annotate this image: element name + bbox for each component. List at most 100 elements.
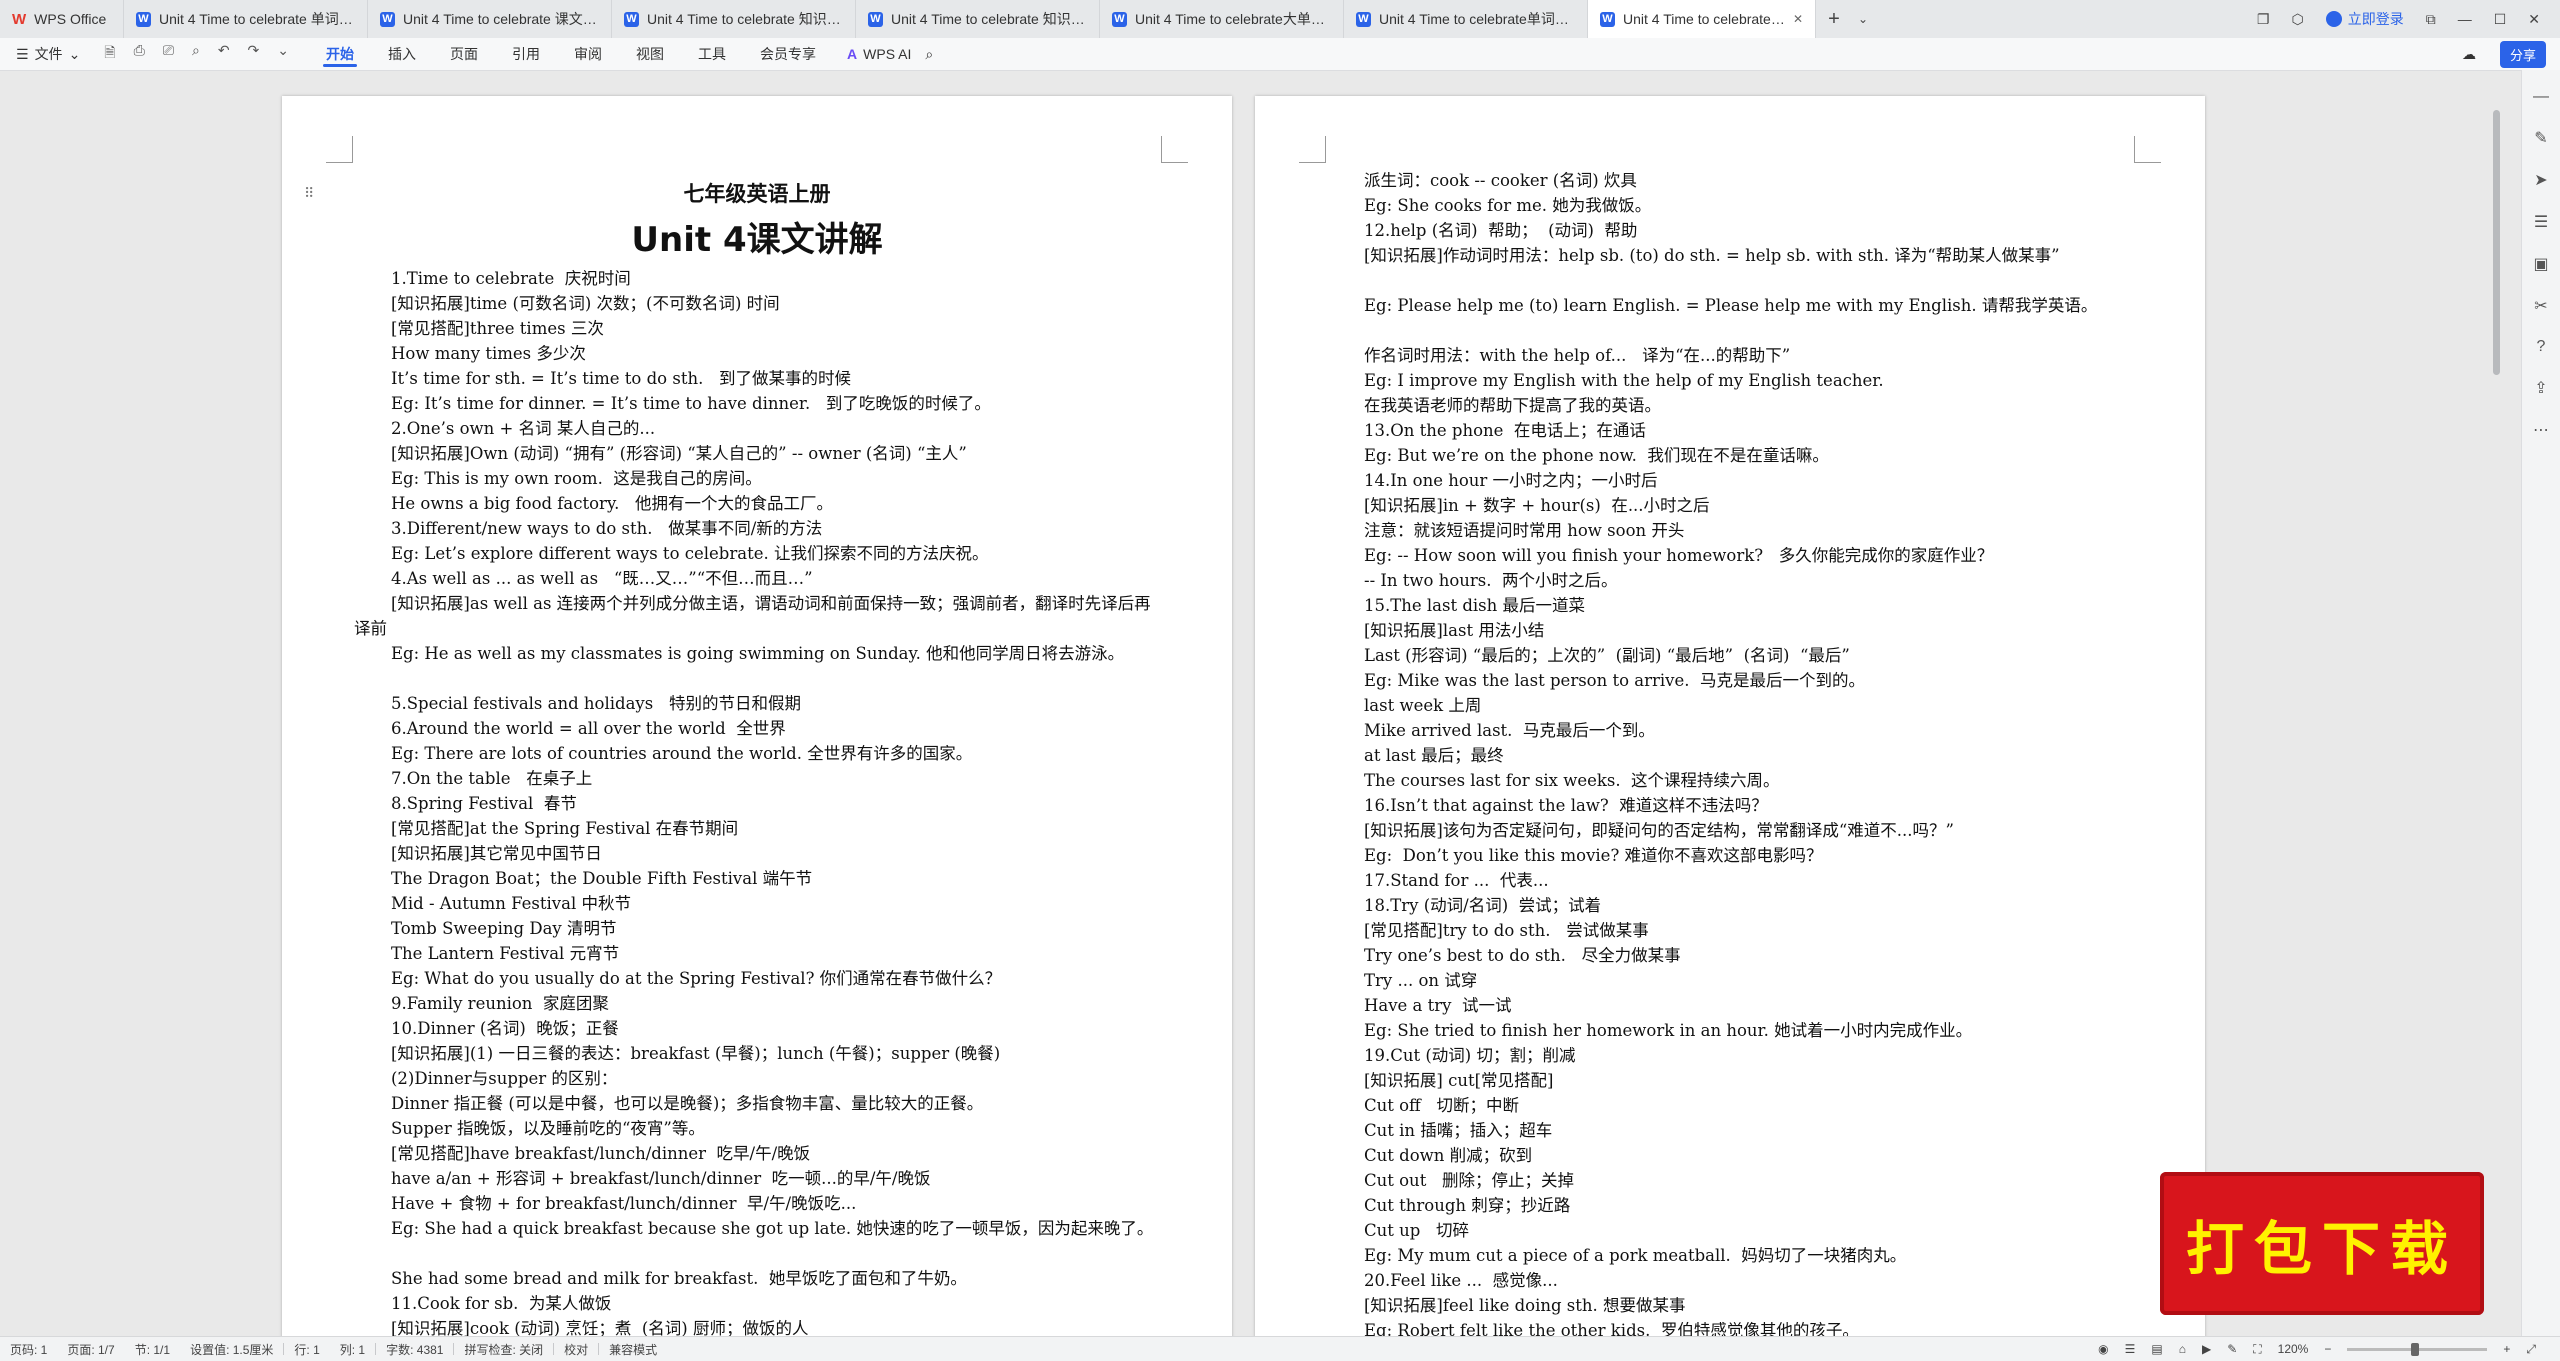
- tab-document[interactable]: W Unit 4 Time to celebrate 知识点 20: [612, 0, 856, 38]
- share-button[interactable]: 分享: [2499, 40, 2546, 68]
- tools-icon[interactable]: ✂: [2534, 296, 2547, 316]
- web-view-icon[interactable]: ⌂: [2179, 1342, 2186, 1356]
- text-line: Dinner 指正餐 (可以是中餐，也可以是晚餐)；多指食物丰富、量比较大的正餐…: [391, 1094, 984, 1113]
- zoom-in-icon[interactable]: +: [2503, 1342, 2510, 1356]
- page-corner-mark: [1161, 136, 1188, 163]
- wps-ai-button[interactable]: A WPS AI: [833, 46, 925, 62]
- text-line: Have a try 试一试: [1364, 996, 1512, 1015]
- text-line: [常见搭配]try to do sth. 尝试做某事: [1364, 921, 1649, 940]
- text-line: [知识拓展]feel like doing sth. 想要做某事: [1364, 1296, 1686, 1315]
- page-2-body: 派生词：cook -- cooker (名词) 炊具 Eg: She cooks…: [1327, 168, 2137, 1343]
- zoom-out-icon[interactable]: −: [2324, 1342, 2331, 1356]
- menu-tab-review[interactable]: 审阅: [557, 38, 619, 70]
- text-line: 17.Stand for ... 代表...: [1364, 871, 1549, 890]
- translate-icon[interactable]: ▣: [2533, 254, 2548, 274]
- text-line: 在我英语老师的帮助下提高了我的英语。: [1364, 396, 1661, 415]
- menu-tab-member[interactable]: 会员专享: [743, 38, 833, 70]
- menu-tab-view[interactable]: 视图: [619, 38, 681, 70]
- text-line: Supper 指晚饭，以及睡前吃的“夜宵”等。: [391, 1119, 705, 1138]
- text-line: 5.Special festivals and holidays 特别的节日和假…: [391, 694, 801, 713]
- tab-document[interactable]: W Unit 4 Time to celebrate 课文知识点: [368, 0, 612, 38]
- more-icon[interactable]: ⋯: [2533, 420, 2549, 440]
- menu-tab-home[interactable]: 开始: [309, 38, 371, 70]
- export-pdf-icon[interactable]: ⎙: [134, 42, 145, 66]
- text-line: 11.Cook for sb. 为某人做饭: [391, 1294, 612, 1313]
- text-line: The Lantern Festival 元宵节: [391, 944, 620, 963]
- status-pages[interactable]: 页面: 1/7: [57, 1341, 124, 1358]
- text-line: Eg: She tried to finish her homework in …: [1364, 1021, 1973, 1040]
- file-menu-button[interactable]: ☰ 文件 ⌄: [0, 44, 94, 64]
- write-mode-icon[interactable]: ✎: [2227, 1342, 2237, 1356]
- status-word-count[interactable]: 字数: 4381: [376, 1341, 453, 1358]
- text-line: Try ... on 试穿: [1364, 971, 1478, 990]
- menu-tab-insert[interactable]: 插入: [371, 38, 433, 70]
- cursor-icon[interactable]: ➤: [2534, 170, 2547, 190]
- text-line: 4.As well as ... as well as “既…又…”“不但…而且…: [391, 569, 813, 588]
- word-doc-icon: W: [624, 11, 639, 27]
- menu-tab-page[interactable]: 页面: [433, 38, 495, 70]
- login-label: 立即登录: [2347, 11, 2404, 27]
- text-line: [知识拓展]time (可数名词) 次数；(不可数名词) 时间: [391, 294, 780, 313]
- text-line: have a/an + 形容词 + breakfast/lunch/dinner…: [391, 1169, 931, 1188]
- download-package-banner[interactable]: 打包下载: [2160, 1172, 2484, 1315]
- document-page-2[interactable]: 派生词：cook -- cooker (名词) 炊具 Eg: She cooks…: [1255, 96, 2205, 1346]
- outline-icon[interactable]: ☰: [2125, 1342, 2136, 1356]
- text-line: How many times 多少次: [391, 344, 586, 363]
- fit-page-icon[interactable]: ⛶: [2253, 1342, 2261, 1357]
- menu-tab-references[interactable]: 引用: [495, 38, 557, 70]
- tab-wps-home[interactable]: W WPS Office: [0, 0, 124, 38]
- maximize-icon[interactable]: ☐: [2494, 11, 2507, 28]
- word-doc-icon: W: [1112, 11, 1127, 27]
- collapse-icon[interactable]: —: [2533, 88, 2549, 106]
- tab-document-active[interactable]: W Unit 4 Time to celebrate课文 ✕: [1588, 0, 1816, 38]
- close-icon[interactable]: ✕: [1793, 12, 1803, 26]
- text-line: 18.Try (动词/名词) 尝试；试着: [1364, 896, 1602, 915]
- print-preview-icon[interactable]: ⌕: [192, 42, 200, 66]
- tab-document[interactable]: W Unit 4 Time to celebrate大单元分析: [1100, 0, 1344, 38]
- zoom-level[interactable]: 120%: [2278, 1342, 2309, 1356]
- cloud-sync-icon[interactable]: ☁: [2462, 46, 2476, 63]
- login-button[interactable]: 立即登录: [2325, 9, 2404, 29]
- status-spell-check[interactable]: 拼写检查: 关闭: [454, 1341, 553, 1358]
- chevron-down-icon: ⌄: [68, 45, 81, 62]
- restore-window-icon[interactable]: ⧉: [2426, 11, 2436, 28]
- share-panel-icon[interactable]: ⇪: [2534, 378, 2547, 398]
- eye-protection-icon[interactable]: ◉: [2098, 1342, 2108, 1356]
- minimize-icon[interactable]: —: [2458, 11, 2472, 27]
- word-doc-icon: W: [1600, 11, 1615, 27]
- undo-icon[interactable]: ↶: [218, 42, 230, 66]
- menu-tab-tools[interactable]: 工具: [681, 38, 743, 70]
- text-line: Eg: -- How soon will you finish your hom…: [1364, 546, 1994, 565]
- tab-document[interactable]: W Unit 4 Time to celebrate单词讲解: [1344, 0, 1588, 38]
- read-mode-icon[interactable]: ▶: [2202, 1342, 2211, 1356]
- tab-label: Unit 4 Time to celebrate单词讲解: [1379, 11, 1575, 27]
- cube-icon[interactable]: ⬡: [2291, 11, 2303, 28]
- close-window-icon[interactable]: ✕: [2528, 11, 2540, 28]
- page-1-body: 1.Time to celebrate 庆祝时间 [知识拓展]time (可数名…: [354, 266, 1164, 1341]
- status-page-number[interactable]: 页码: 1: [0, 1341, 57, 1358]
- text-line: (2)Dinner与supper 的区别：: [391, 1069, 618, 1088]
- chevron-down-icon[interactable]: ⌄: [1852, 12, 1874, 26]
- scrollbar-thumb[interactable]: [2493, 110, 2500, 375]
- document-page-1[interactable]: ⠿ 七年级英语上册 Unit 4课文讲解 1.Time to celebrate…: [282, 96, 1232, 1346]
- settings-sliders-icon[interactable]: ☰: [2534, 212, 2548, 232]
- zoom-slider[interactable]: [2347, 1342, 2488, 1356]
- save-icon[interactable]: 🗎: [104, 42, 115, 66]
- tab-document[interactable]: W Unit 4 Time to celebrate 知识清单: [856, 0, 1100, 38]
- search-icon[interactable]: ⌕: [925, 46, 933, 63]
- chevron-down-icon[interactable]: ⌄: [277, 42, 289, 66]
- status-proofread[interactable]: 校对: [554, 1341, 598, 1358]
- text-line: [常见搭配]have breakfast/lunch/dinner 吃早/午/晚…: [391, 1144, 811, 1163]
- new-tab-button[interactable]: +: [1816, 8, 1852, 31]
- text-line: Mid - Autumn Festival 中秋节: [391, 894, 631, 913]
- tab-list-icon[interactable]: ❐: [2257, 11, 2270, 28]
- page-view-icon[interactable]: ▤: [2151, 1342, 2162, 1356]
- print-icon[interactable]: ⎚: [163, 42, 174, 66]
- tab-document[interactable]: W Unit 4 Time to celebrate 单词表详解: [124, 0, 368, 38]
- redo-icon[interactable]: ↷: [248, 42, 260, 66]
- pen-icon[interactable]: ✎: [2534, 128, 2547, 148]
- zoom-slider-knob[interactable]: [2411, 1342, 2420, 1356]
- fullscreen-icon[interactable]: ⤢: [2526, 1342, 2536, 1357]
- help-icon[interactable]: ?: [2537, 338, 2546, 356]
- vertical-scrollbar[interactable]: [2480, 70, 2494, 1340]
